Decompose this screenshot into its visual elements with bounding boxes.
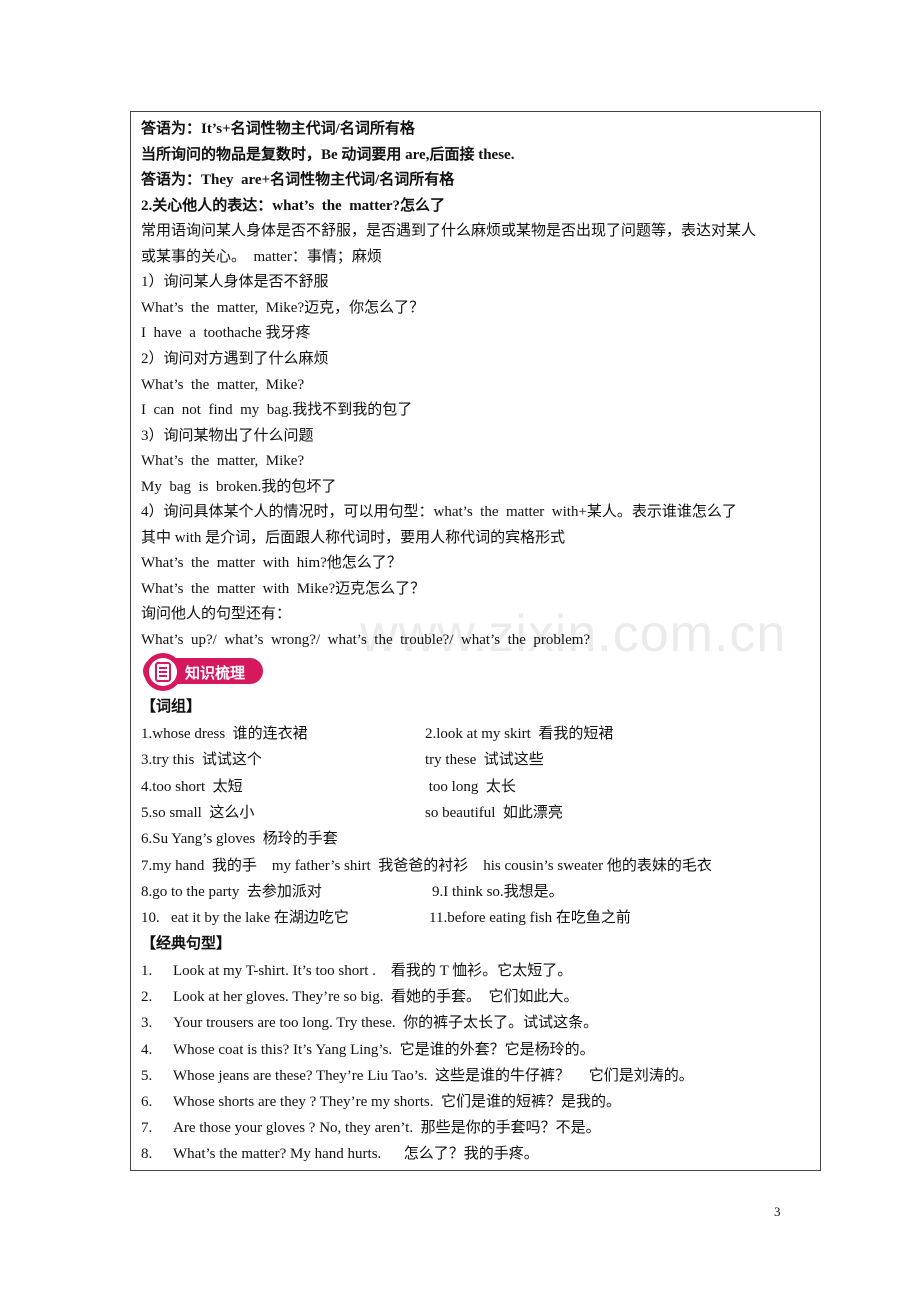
text-line: 2.关心他人的表达：what’s the matter?怎么了 bbox=[141, 197, 445, 214]
sentence-number: 5. bbox=[141, 1067, 153, 1084]
text-line: 当所询问的物品是复数时，Be 动词要用 are,后面接 these. bbox=[141, 146, 515, 163]
sentences-heading: 【经典句型】 bbox=[141, 936, 232, 952]
text-line: 答语为：It’s+名词性物主代词/名词所有格 bbox=[141, 121, 415, 137]
sentence-number: 8. bbox=[141, 1146, 153, 1163]
text-line: 其中 with 是介词，后面跟人称代词时，要用人称代词的宾格形式 bbox=[141, 529, 566, 546]
section-badge-knowledge: 知识梳理 bbox=[141, 652, 265, 692]
phrase-item: 4.too short 太短 bbox=[141, 778, 243, 795]
phrase-item: 10. eat it by the lake 在湖边吃它 bbox=[141, 910, 349, 927]
phrases-heading: 【词组】 bbox=[141, 699, 202, 715]
sentence-number: 6. bbox=[141, 1094, 153, 1110]
sentence-text: Whose jeans are these? They’re Liu Tao’s… bbox=[173, 1067, 694, 1084]
phrase-item: too long 太长 bbox=[425, 778, 516, 795]
phrase-item: 8.go to the party 去参加派对 bbox=[141, 883, 322, 900]
text-line: 1）询问某人身体是否不舒服 bbox=[141, 274, 329, 291]
text-line: What’s up?/ what’s wrong?/ what’s the tr… bbox=[141, 632, 591, 648]
text-line: What’s the matter, Mike?迈克，你怎么了？ bbox=[141, 299, 425, 316]
phrase-item: 5.so small 这么小 bbox=[141, 804, 255, 821]
text-line: 3）询问某物出了什么问题 bbox=[141, 427, 314, 444]
text-line: 或某事的关心。 matter：事情；麻烦 bbox=[141, 248, 382, 265]
phrase-item: 1.whose dress 谁的连衣裙 bbox=[141, 726, 308, 742]
phrase-item: 6.Su Yang’s gloves 杨玲的手套 bbox=[141, 831, 338, 848]
sentence-text: Whose coat is this? It’s Yang Ling’s. 它是… bbox=[173, 1041, 595, 1058]
sentence-text: Look at her gloves. They’re so big. 看她的手… bbox=[173, 989, 579, 1006]
phrase-item: 9.I think so.我想是。 bbox=[432, 883, 564, 900]
phrase-item: 3.try this 试试这个 bbox=[141, 752, 262, 769]
text-line: What’s the matter, Mike? bbox=[141, 376, 305, 393]
sentence-number: 2. bbox=[141, 989, 153, 1006]
sentence-text: Look at my T-shirt. It’s too short . 看我的… bbox=[173, 963, 573, 979]
text-line: 询问他人的句型还有： bbox=[141, 606, 292, 623]
content-table-cell: 答语为：It’s+名词性物主代词/名词所有格当所询问的物品是复数时，Be 动词要… bbox=[130, 111, 821, 1171]
text-line: I have a toothache 我牙疼 bbox=[141, 325, 311, 342]
sentence-number: 3. bbox=[141, 1015, 153, 1032]
sentence-number: 4. bbox=[141, 1041, 153, 1058]
text-line: What’s the matter with him?他怎么了？ bbox=[141, 555, 402, 572]
phrase-item: 2.look at my skirt 看我的短裙 bbox=[425, 726, 614, 742]
text-line: I can not find my bag.我找不到我的包了 bbox=[141, 402, 413, 419]
phrase-item: 7.my hand 我的手 my father’s shirt 我爸爸的衬衫 h… bbox=[141, 857, 712, 874]
text-line: 2）询问对方遇到了什么麻烦 bbox=[141, 350, 329, 367]
sentence-text: What’s the matter? My hand hurts. 怎么了？我的… bbox=[173, 1146, 539, 1163]
badge-label: 知识梳理 bbox=[185, 664, 246, 682]
text-line: 常用语询问某人身体是否不舒服，是否遇到了什么麻烦或某物是否出现了问题等，表达对某… bbox=[141, 223, 757, 240]
text-line: My bag is broken.我的包坏了 bbox=[141, 478, 337, 495]
sentence-text: Your trousers are too long. Try these. 你… bbox=[173, 1015, 599, 1032]
sentence-text: Whose shorts are they ? They’re my short… bbox=[173, 1094, 621, 1110]
text-line: 答语为：They are+名词性物主代词/名词所有格 bbox=[141, 172, 455, 189]
sentence-text: Are those your gloves ? No, they aren’t.… bbox=[173, 1120, 601, 1137]
text-line: What’s the matter, Mike? bbox=[141, 453, 305, 470]
phrase-item: try these 试试这些 bbox=[425, 752, 544, 769]
text-line: What’s the matter with Mike?迈克怎么了？ bbox=[141, 580, 426, 597]
phrase-item: so beautiful 如此漂亮 bbox=[425, 804, 563, 821]
page-number: 3 bbox=[774, 1204, 781, 1219]
phrase-item: 11.before eating fish 在吃鱼之前 bbox=[429, 910, 631, 927]
sentence-number: 7. bbox=[141, 1120, 153, 1137]
text-line: 4）询问具体某个人的情况时，可以用句型：what’s the matter wi… bbox=[141, 504, 737, 521]
sentence-number: 1. bbox=[141, 963, 153, 979]
